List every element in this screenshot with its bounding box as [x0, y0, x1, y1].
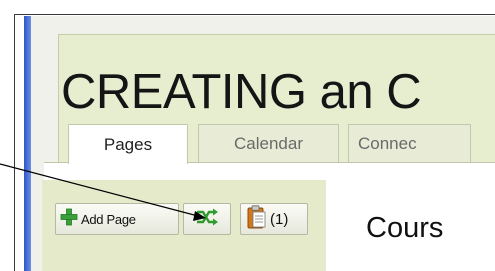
- tab-connect-label: Connec: [358, 133, 417, 153]
- page-title: CREATING an C: [61, 65, 422, 119]
- plus-icon: [60, 208, 78, 231]
- tab-calendar-label: Calendar: [234, 133, 303, 153]
- clipboard-count: (1): [270, 210, 289, 228]
- clipboard-icon: [247, 204, 267, 234]
- tab-pages-label: Pages: [103, 134, 153, 154]
- add-page-label: Add Page: [81, 211, 136, 227]
- tab-connect[interactable]: Connec: [348, 124, 471, 162]
- shuffle-icon: [195, 208, 219, 231]
- shuffle-button[interactable]: [183, 203, 231, 235]
- tab-calendar[interactable]: Calendar: [198, 124, 339, 162]
- tab-pages[interactable]: Pages: [68, 124, 188, 164]
- clipboard-button[interactable]: (1): [240, 203, 308, 235]
- add-page-button[interactable]: Add Page: [55, 203, 179, 235]
- section-heading: Cours: [366, 212, 444, 244]
